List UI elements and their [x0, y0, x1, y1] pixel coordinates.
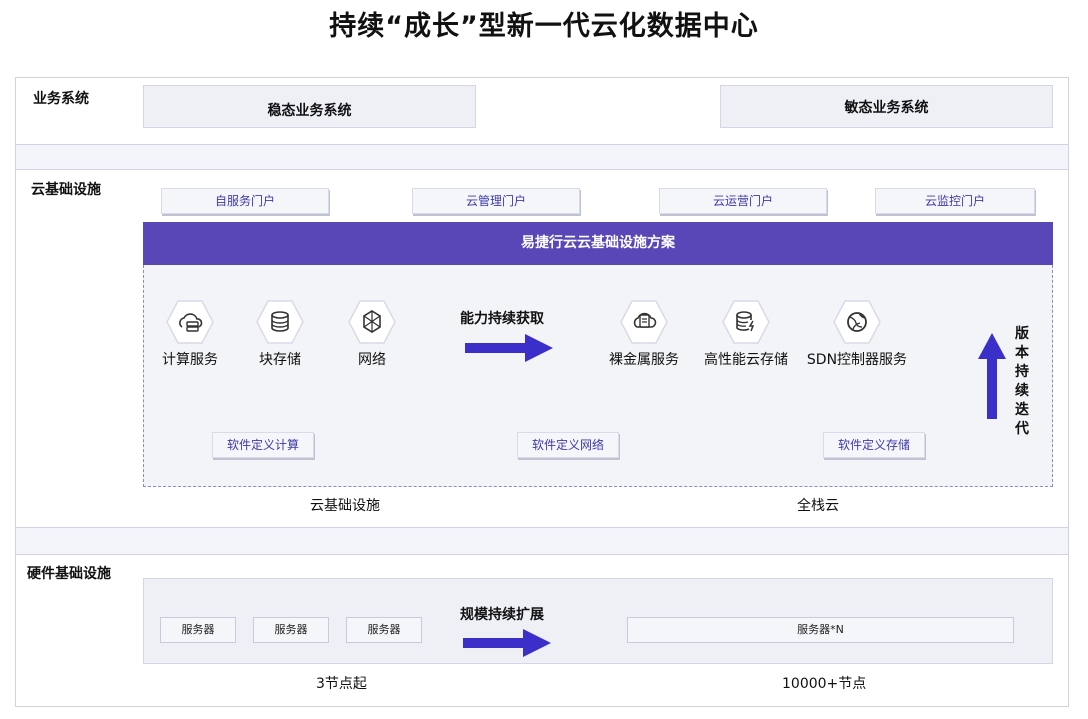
storage-bolt-icon — [722, 300, 770, 344]
sd-network[interactable]: 软件定义网络 — [517, 432, 619, 458]
service-label: 高性能云存储 — [704, 352, 788, 368]
server-box: 服务器 — [160, 617, 236, 643]
cloud-footer-left: 云基础设施 — [310, 498, 380, 514]
business-section-label: 业务系统 — [33, 91, 89, 107]
capability-label: 能力持续获取 — [460, 311, 544, 327]
network-cube-icon — [348, 300, 396, 344]
hardware-section-label: 硬件基础设施 — [27, 566, 111, 582]
sd-storage[interactable]: 软件定义存储 — [823, 432, 925, 458]
service-label: 网络 — [358, 352, 386, 368]
cloud-section-label: 云基础设施 — [31, 182, 101, 198]
portal-cloud-management[interactable]: 云管理门户 — [412, 188, 580, 214]
separator-band — [15, 145, 1069, 169]
hardware-footer-right: 10000+节点 — [782, 676, 867, 692]
service-label: 裸金属服务 — [609, 352, 679, 368]
server-box: 服务器 — [253, 617, 329, 643]
portal-self-service[interactable]: 自服务门户 — [161, 188, 329, 214]
separator-band — [15, 528, 1069, 554]
version-iteration-label: 版本持续迭代 — [1015, 326, 1029, 437]
service-high-perf-storage: 高性能云存储 — [691, 300, 801, 369]
agile-business-box: 敏态业务系统 — [720, 85, 1053, 128]
hardware-footer-left: 3节点起 — [316, 676, 367, 692]
server-n-box: 服务器*N — [627, 617, 1014, 643]
globe-icon — [833, 300, 881, 344]
service-label: SDN控制器服务 — [806, 352, 908, 368]
service-network: 网络 — [317, 300, 427, 369]
service-sdn-controller: SDN控制器服务 — [802, 300, 912, 369]
portal-cloud-monitoring[interactable]: 云监控门户 — [875, 188, 1035, 214]
sd-compute[interactable]: 软件定义计算 — [212, 432, 314, 458]
up-arrow-icon — [978, 333, 1006, 419]
page-title: 持续“成长”型新一代云化数据中心 — [329, 11, 759, 42]
service-bare-metal: 裸金属服务 — [589, 300, 699, 369]
portal-cloud-operations[interactable]: 云运营门户 — [659, 188, 827, 214]
scale-label: 规模持续扩展 — [460, 607, 544, 623]
cloud-footer-right: 全栈云 — [797, 498, 839, 514]
stable-business-box: 稳态业务系统 — [143, 85, 476, 128]
cloud-server-icon — [166, 300, 214, 344]
server-box: 服务器 — [346, 617, 422, 643]
bare-metal-icon — [620, 300, 668, 344]
database-icon — [256, 300, 304, 344]
solution-title-bar: 易捷行云云基础设施方案 — [143, 222, 1053, 265]
right-arrow-icon — [465, 334, 553, 362]
right-arrow-icon — [463, 629, 551, 657]
